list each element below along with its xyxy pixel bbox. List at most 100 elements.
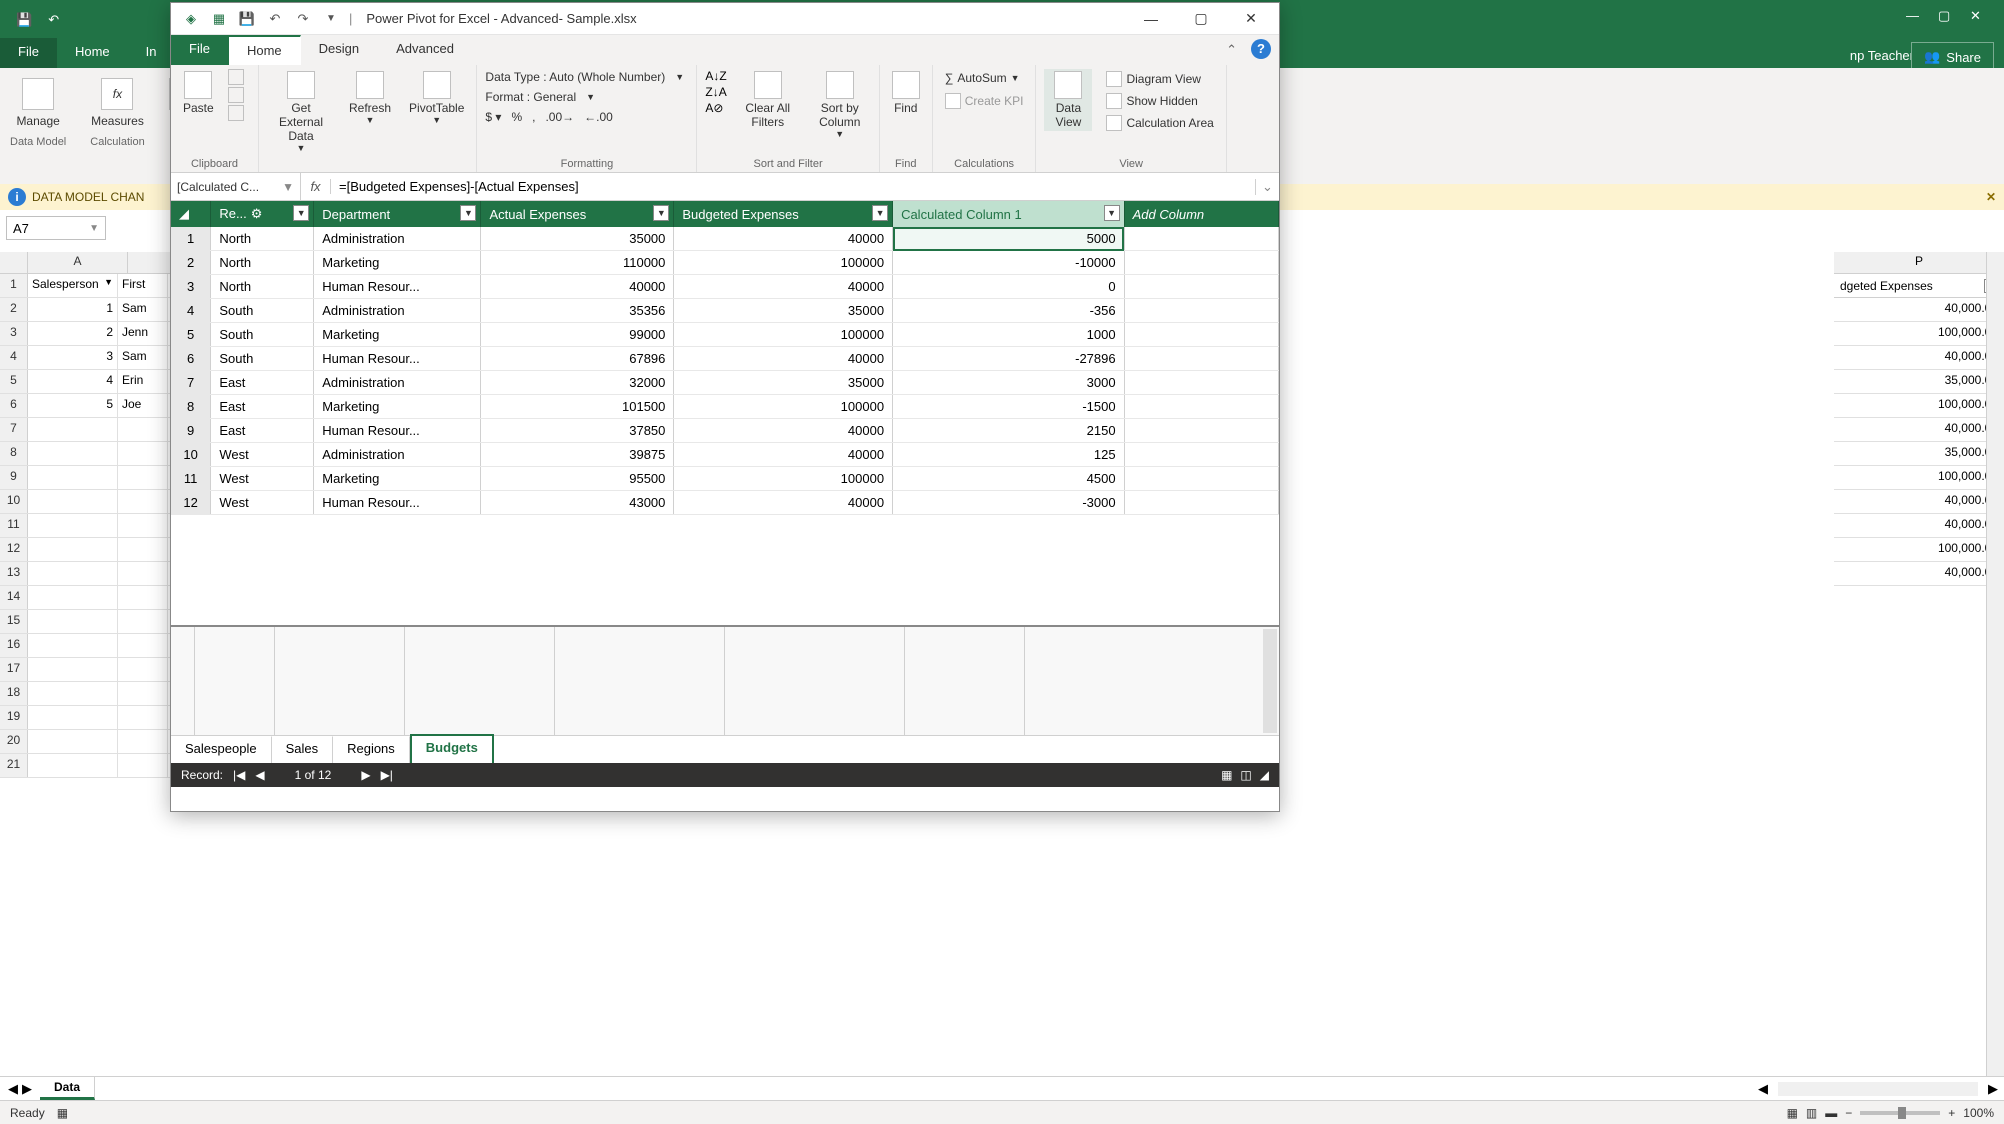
cell-budgeted-expense[interactable]: 35,000.00 — [1834, 442, 2004, 466]
clear-sort-icon[interactable]: A⊘ — [705, 101, 726, 115]
cell-calculated[interactable]: 4500 — [893, 467, 1125, 491]
cell-department[interactable]: Administration — [314, 299, 481, 323]
filter-icon[interactable]: ▼ — [460, 205, 476, 221]
cell-department[interactable]: Human Resour... — [314, 275, 481, 299]
cell-calculated[interactable]: 3000 — [893, 371, 1125, 395]
row-header[interactable]: 11 — [0, 514, 28, 537]
row-header[interactable]: 4 — [0, 346, 28, 369]
cell-add[interactable] — [1124, 491, 1278, 515]
empty-cell[interactable] — [118, 514, 168, 537]
empty-cell[interactable] — [28, 442, 118, 465]
cell-department[interactable]: Administration — [314, 227, 481, 251]
cell-calculated[interactable]: 0 — [893, 275, 1125, 299]
record-first-icon[interactable]: |◀ — [233, 768, 245, 782]
pp-sheet-tab-budgets[interactable]: Budgets — [410, 734, 494, 763]
measures-icon[interactable]: fx — [101, 78, 133, 110]
empty-cell[interactable] — [118, 418, 168, 441]
paste-replace-icon[interactable] — [228, 87, 244, 103]
cell-budget[interactable]: 40000 — [674, 419, 893, 443]
excel-horizontal-scrollbar[interactable] — [1778, 1082, 1978, 1096]
get-external-data-button[interactable]: Get External Data▼ — [267, 69, 335, 155]
empty-cell[interactable] — [118, 586, 168, 609]
cell-actual[interactable]: 99000 — [481, 323, 674, 347]
cell-salesperson-id[interactable]: 1 — [28, 298, 118, 321]
row-header[interactable]: 12 — [0, 538, 28, 561]
decrease-decimal-icon[interactable]: ←.00 — [584, 110, 613, 124]
cell-budgeted-expense[interactable]: 40,000.00 — [1834, 418, 2004, 442]
row-header[interactable]: 3 — [0, 322, 28, 345]
pp-sheet-tab-regions[interactable]: Regions — [333, 736, 410, 763]
excel-tab-home[interactable]: Home — [57, 38, 128, 68]
paste-button[interactable]: Paste — [179, 69, 218, 117]
col-budgeted-expenses[interactable]: Budgeted Expenses▼ — [674, 201, 893, 227]
cell-budget[interactable]: 100000 — [674, 467, 893, 491]
filter-icon[interactable]: ▼ — [1104, 205, 1120, 221]
col-header-a[interactable]: A — [28, 252, 128, 273]
row-header-1[interactable]: 1 — [0, 274, 28, 297]
cell-region[interactable]: North — [211, 227, 314, 251]
cell-actual[interactable]: 95500 — [481, 467, 674, 491]
sort-desc-icon[interactable]: Z↓A — [705, 85, 726, 99]
excel-restore-icon[interactable]: ▢ — [1938, 8, 1956, 26]
cell-budget[interactable]: 40000 — [674, 227, 893, 251]
cell-add[interactable] — [1124, 347, 1278, 371]
empty-cell[interactable] — [118, 754, 168, 777]
percent-icon[interactable]: % — [511, 110, 522, 124]
cell-budget[interactable]: 35000 — [674, 299, 893, 323]
pp-redo-icon[interactable]: ↷ — [294, 10, 312, 28]
pp-measure-grid[interactable] — [171, 625, 1279, 735]
pp-maximize-icon[interactable]: ▢ — [1179, 5, 1223, 33]
header-budgeted-expenses[interactable]: dgeted Expenses ▼ — [1834, 274, 2004, 298]
cell-budgeted-expense[interactable]: 100,000.00 — [1834, 394, 2004, 418]
chevron-down-icon[interactable]: ▼ — [89, 223, 99, 234]
cell-budget[interactable]: 100000 — [674, 323, 893, 347]
excel-minimize-icon[interactable]: — — [1906, 8, 1924, 26]
cell-add[interactable] — [1124, 371, 1278, 395]
empty-cell[interactable] — [28, 538, 118, 561]
cell-actual[interactable]: 43000 — [481, 491, 674, 515]
view-layout-icon[interactable]: ▥ — [1806, 1106, 1817, 1120]
pp-row-header[interactable]: 2 — [171, 251, 211, 275]
cell-budgeted-expense[interactable]: 40,000.00 — [1834, 298, 2004, 322]
refresh-button[interactable]: Refresh▼ — [345, 69, 395, 127]
cell-department[interactable]: Marketing — [314, 323, 481, 347]
pp-formula-input[interactable]: =[Budgeted Expenses]-[Actual Expenses] — [331, 179, 1255, 194]
pp-select-all[interactable]: ◢ — [171, 201, 211, 227]
cell-region[interactable]: North — [211, 275, 314, 299]
cell-region[interactable]: North — [211, 251, 314, 275]
pp-row-header[interactable]: 3 — [171, 275, 211, 299]
cell-first-name[interactable]: Sam — [118, 346, 168, 369]
empty-cell[interactable] — [28, 682, 118, 705]
manage-button[interactable]: Manage — [16, 114, 59, 128]
cell-region[interactable]: West — [211, 491, 314, 515]
excel-undo-icon[interactable]: ↶ — [48, 12, 59, 28]
measure-scrollbar[interactable] — [1263, 629, 1277, 733]
pp-minimize-icon[interactable]: — — [1129, 5, 1173, 33]
cell-salesperson-id[interactable]: 2 — [28, 322, 118, 345]
cell-calculated[interactable]: 1000 — [893, 323, 1125, 347]
cell-first-name[interactable]: Erin — [118, 370, 168, 393]
row-header[interactable]: 10 — [0, 490, 28, 513]
copy-icon[interactable] — [228, 105, 244, 121]
format-selector[interactable]: Format : General▼ — [485, 89, 688, 105]
zoom-level[interactable]: 100% — [1963, 1106, 1994, 1120]
cell-region[interactable]: East — [211, 419, 314, 443]
zoom-slider[interactable] — [1860, 1111, 1940, 1115]
record-prev-icon[interactable]: ◀ — [255, 768, 264, 782]
cell-region[interactable]: South — [211, 323, 314, 347]
pp-row-header[interactable]: 4 — [171, 299, 211, 323]
sheet-nav-last-icon[interactable]: ▶ — [22, 1081, 32, 1097]
cell-budget[interactable]: 40000 — [674, 443, 893, 467]
pp-view-diagram-icon[interactable]: ◫ — [1240, 768, 1251, 782]
excel-right-grid[interactable]: P dgeted Expenses ▼ 40,000.00100,000.004… — [1834, 252, 2004, 1076]
record-last-icon[interactable]: ▶| — [381, 768, 393, 782]
pp-tab-design[interactable]: Design — [301, 35, 378, 65]
cell-budget[interactable]: 35000 — [674, 371, 893, 395]
cell-add[interactable] — [1124, 299, 1278, 323]
create-kpi-button[interactable]: Create KPI — [941, 91, 1028, 111]
select-all-corner[interactable] — [0, 252, 28, 273]
cell-actual[interactable]: 37850 — [481, 419, 674, 443]
filter-icon[interactable]: ▼ — [872, 205, 888, 221]
sheet-nav-first-icon[interactable]: ◀ — [8, 1081, 18, 1097]
header-first[interactable]: First — [118, 274, 168, 297]
